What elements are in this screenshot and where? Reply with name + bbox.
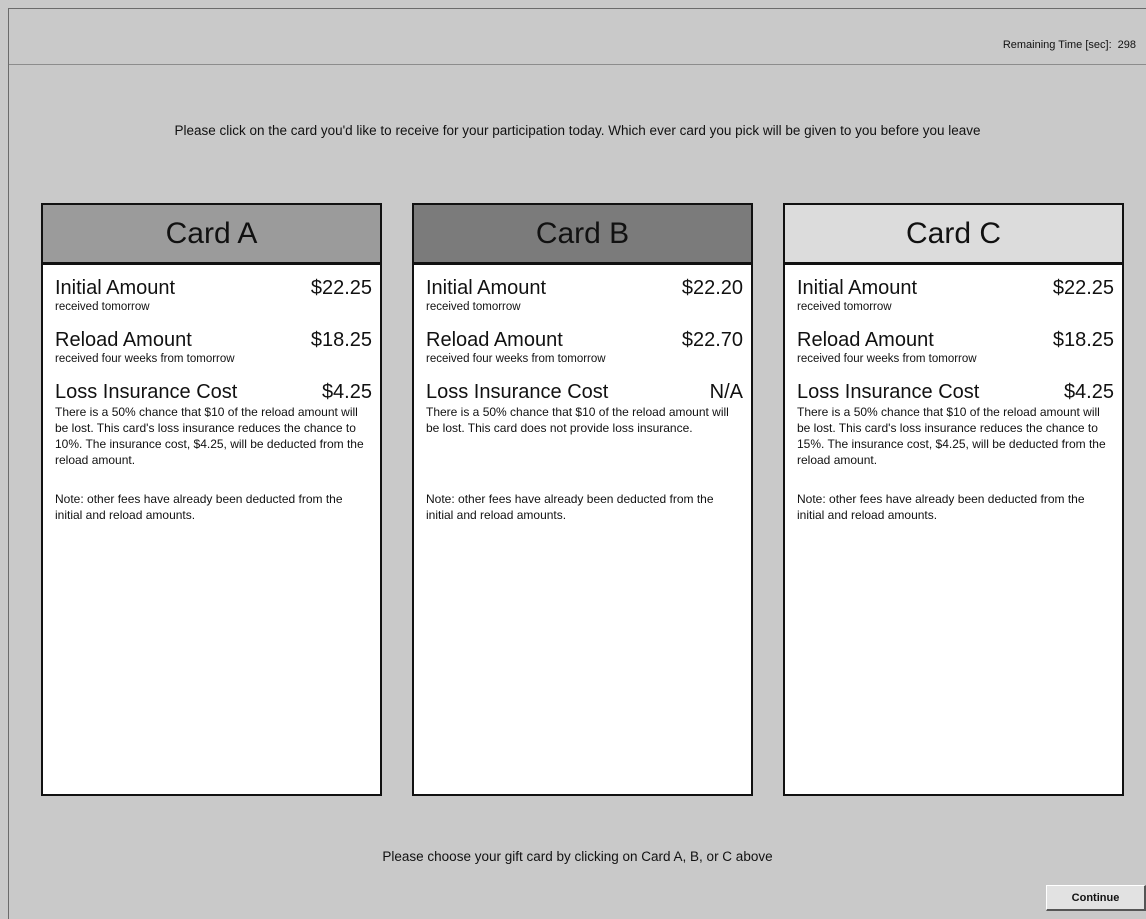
initial-amount-sub: received tomorrow <box>426 301 521 313</box>
reload-amount-section: Reload Amount $18.25 received four weeks… <box>55 329 372 366</box>
loss-insurance-section: Loss Insurance Cost N/A There is a 50% c… <box>426 381 743 476</box>
reload-amount-sub: received four weeks from tomorrow <box>797 353 977 365</box>
fees-note: Note: other fees have already been deduc… <box>55 492 343 522</box>
initial-amount-section: Initial Amount $22.20 received tomorrow <box>426 277 743 314</box>
initial-amount-label: Initial Amount <box>426 277 547 299</box>
loss-insurance-description: There is a 50% chance that $10 of the re… <box>797 405 1106 467</box>
card-body: Initial Amount $22.25 received tomorrow … <box>785 265 1122 523</box>
reload-amount-section: Reload Amount $22.70 received four weeks… <box>426 329 743 366</box>
initial-amount-section: Initial Amount $22.25 received tomorrow <box>797 277 1114 314</box>
reload-amount-sub: received four weeks from tomorrow <box>426 353 606 365</box>
timer-label: Remaining Time [sec]: <box>1002 39 1112 51</box>
card-body: Initial Amount $22.20 received tomorrow … <box>414 265 751 523</box>
initial-amount-value: $22.25 <box>310 277 372 299</box>
card-c[interactable]: Card C Initial Amount $22.25 received to… <box>783 203 1124 796</box>
loss-insurance-section: Loss Insurance Cost $4.25 There is a 50%… <box>55 381 372 476</box>
reload-amount-label: Reload Amount <box>797 329 934 351</box>
choose-prompt: Please choose your gift card by clicking… <box>382 849 773 864</box>
instruction-text: Please click on the card you'd like to r… <box>174 123 981 138</box>
initial-amount-label: Initial Amount <box>797 277 918 299</box>
header-bar: Remaining Time [sec]: 298 <box>9 9 1146 65</box>
loss-insurance-section: Loss Insurance Cost $4.25 There is a 50%… <box>797 381 1114 476</box>
remaining-time: Remaining Time [sec]: 298 <box>1003 39 1136 51</box>
card-b[interactable]: Card B Initial Amount $22.20 received to… <box>412 203 753 796</box>
card-title: Card B <box>414 205 751 265</box>
loss-insurance-label: Loss Insurance Cost <box>797 381 980 403</box>
initial-amount-sub: received tomorrow <box>55 301 150 313</box>
card-title: Card C <box>785 205 1122 265</box>
initial-amount-sub: received tomorrow <box>797 301 892 313</box>
card-body: Initial Amount $22.25 received tomorrow … <box>43 265 380 523</box>
reload-amount-value: $18.25 <box>310 329 372 351</box>
card-a[interactable]: Card A Initial Amount $22.25 received to… <box>41 203 382 796</box>
reload-amount-value: $18.25 <box>1052 329 1114 351</box>
continue-button[interactable]: Continue <box>1046 885 1146 911</box>
reload-amount-label: Reload Amount <box>426 329 563 351</box>
reload-amount-label: Reload Amount <box>55 329 192 351</box>
loss-insurance-description: There is a 50% chance that $10 of the re… <box>55 405 364 467</box>
loss-insurance-label: Loss Insurance Cost <box>426 381 609 403</box>
loss-insurance-value: $4.25 <box>1063 381 1114 403</box>
experiment-window: Remaining Time [sec]: 298 Please click on… <box>8 8 1146 919</box>
initial-amount-section: Initial Amount $22.25 received tomorrow <box>55 277 372 314</box>
loss-insurance-label: Loss Insurance Cost <box>55 381 238 403</box>
initial-amount-label: Initial Amount <box>55 277 176 299</box>
fees-note: Note: other fees have already been deduc… <box>797 492 1085 522</box>
reload-amount-section: Reload Amount $18.25 received four weeks… <box>797 329 1114 366</box>
timer-value: 298 <box>1117 39 1136 51</box>
loss-insurance-value: $4.25 <box>321 381 372 403</box>
fees-note: Note: other fees have already been deduc… <box>426 492 714 522</box>
reload-amount-value: $22.70 <box>681 329 743 351</box>
loss-insurance-value: N/A <box>709 381 743 403</box>
initial-amount-value: $22.20 <box>681 277 743 299</box>
initial-amount-value: $22.25 <box>1052 277 1114 299</box>
loss-insurance-description: There is a 50% chance that $10 of the re… <box>426 405 729 435</box>
reload-amount-sub: received four weeks from tomorrow <box>55 353 235 365</box>
card-title: Card A <box>43 205 380 265</box>
